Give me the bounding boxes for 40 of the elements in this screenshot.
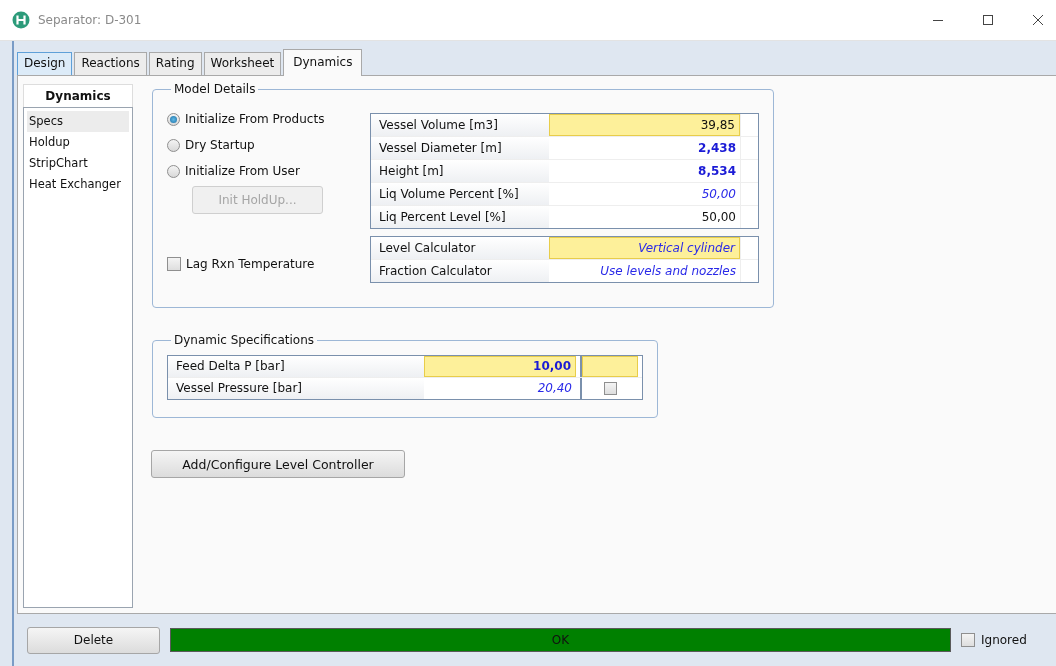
sidebar-title: Dynamics (23, 84, 133, 107)
value-cell[interactable]: Use levels and nozzles (549, 260, 740, 282)
value-cell[interactable]: 20,40 (424, 378, 576, 399)
radio-label: Dry Startup (185, 138, 255, 152)
group-title: Dynamic Specifications (173, 333, 316, 347)
group-title: Model Details (173, 82, 257, 96)
tab[interactable]: Design (17, 52, 73, 75)
value-cell[interactable]: 10,00 (424, 356, 576, 377)
delete-button[interactable]: Delete (27, 626, 160, 654)
sidebar-item[interactable]: StripChart (27, 153, 129, 174)
tab[interactable]: Rating (148, 52, 202, 75)
value-cell[interactable]: 8,534 (549, 160, 740, 182)
level-controller-button[interactable]: Add/Configure Level Controller (151, 450, 405, 478)
close-icon[interactable] (1032, 14, 1044, 26)
checkbox-label: Lag Rxn Temperature (186, 257, 315, 271)
checkbox-label: Ignored (981, 633, 1027, 647)
maximize-icon[interactable] (982, 14, 994, 26)
sidebar-item[interactable]: Specs (27, 111, 129, 132)
value-cell[interactable]: 2,438 (549, 137, 740, 159)
sidebar-item[interactable]: Holdup (27, 132, 129, 153)
value-cell[interactable]: 50,00 (549, 206, 740, 228)
radio-button[interactable] (167, 164, 180, 178)
radio-button[interactable] (167, 112, 180, 126)
radio-button[interactable] (167, 138, 180, 152)
value-cell[interactable]: Vertical cylinder (549, 237, 740, 259)
tab[interactable]: Reactions (74, 52, 147, 75)
flag-cell[interactable] (582, 356, 638, 377)
radio-label: Initialize From User (185, 164, 300, 178)
status-bar: OK (170, 628, 951, 652)
value-cell[interactable]: 50,00 (549, 183, 740, 205)
tab[interactable]: Dynamics (283, 49, 363, 76)
tab[interactable]: Worksheet (203, 52, 282, 75)
checkbox[interactable] (603, 382, 617, 395)
window-title: Separator: D-301 (38, 13, 142, 27)
sidebar-item[interactable]: Heat Exchanger (27, 174, 129, 195)
checkbox[interactable] (167, 257, 181, 271)
checkbox[interactable] (961, 633, 975, 647)
value-cell[interactable]: 39,85 (549, 114, 740, 136)
app-logo-icon (12, 11, 30, 29)
radio-label: Initialize From Products (185, 112, 325, 126)
